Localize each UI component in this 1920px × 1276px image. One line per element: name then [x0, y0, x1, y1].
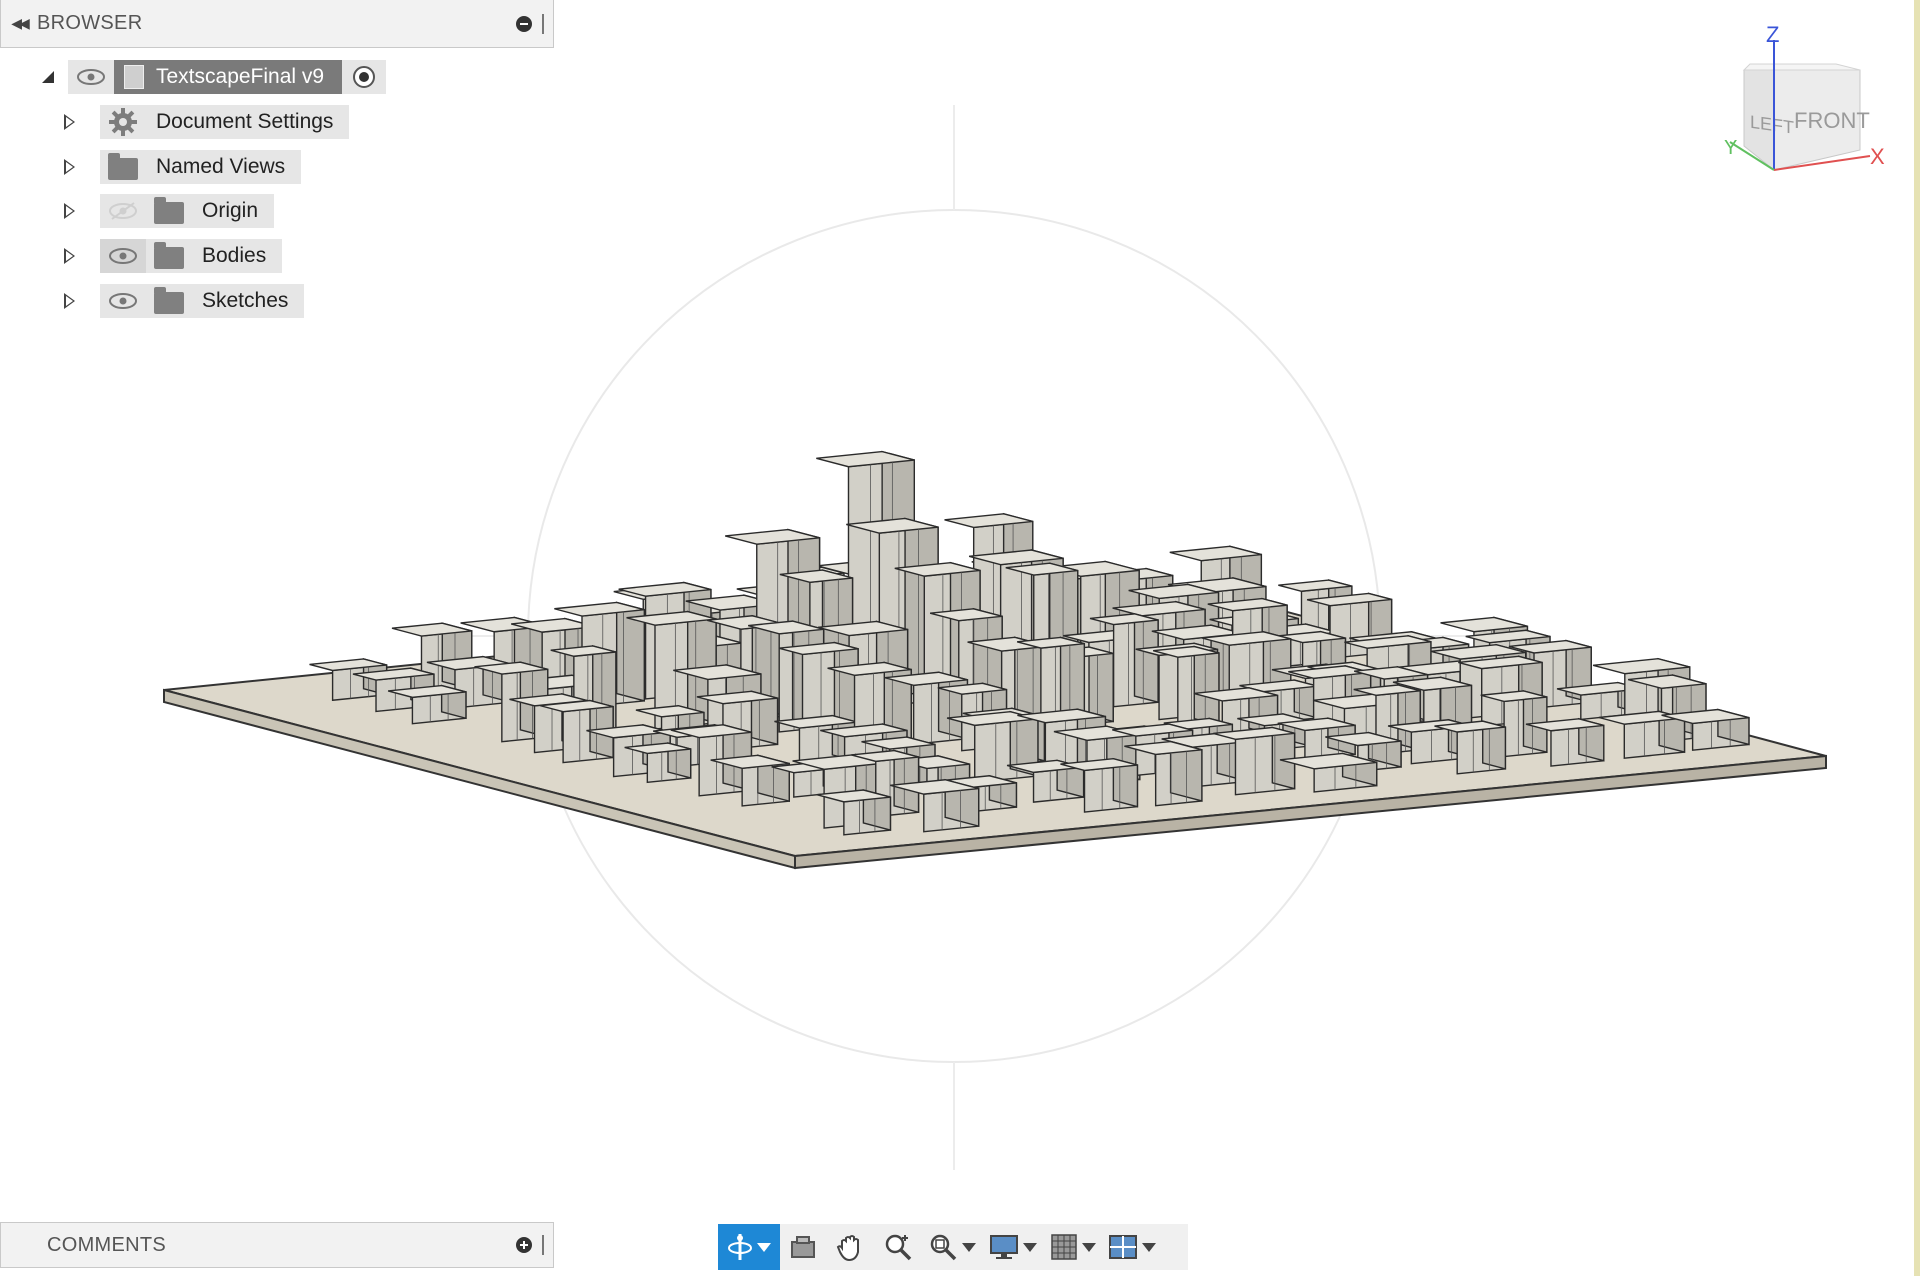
comments-title: COMMENTS	[47, 1233, 167, 1256]
comments-panel-header[interactable]: COMMENTS	[0, 1222, 554, 1268]
add-comment-icon[interactable]	[516, 1237, 532, 1253]
expand-triangle-icon[interactable]	[64, 114, 100, 130]
orbit-icon	[728, 1234, 752, 1260]
viewport-canvas[interactable]	[0, 0, 1914, 1276]
grid-settings-dropdown-icon[interactable]	[1082, 1242, 1096, 1252]
tree-item-label: Sketches	[202, 289, 289, 312]
collapse-panel-icon[interactable]: ◀◀	[1, 0, 37, 48]
orbit-dropdown-icon[interactable]	[757, 1242, 771, 1252]
zoom-icon	[885, 1234, 912, 1261]
tree-root[interactable]: TextscapeFinal v9	[28, 60, 387, 94]
viewcube-top-face	[1742, 63, 1861, 71]
panel-grip-icon[interactable]	[542, 13, 547, 34]
3d-viewport[interactable]	[0, 0, 1914, 1276]
tree-item-label: Document Settings	[156, 110, 334, 133]
tree-item-label: Named Views	[156, 155, 286, 178]
browser-title: BROWSER	[37, 12, 143, 34]
folder-icon	[146, 194, 192, 228]
look-at-icon	[791, 1236, 815, 1258]
activate-radio-icon[interactable]	[342, 60, 386, 94]
folder-icon	[146, 239, 192, 273]
viewcube[interactable]: LEFT FRONT Z X Y	[1710, 22, 1890, 182]
display-settings-button[interactable]	[982, 1224, 1044, 1270]
tree-item-document-settings[interactable]: Document Settings	[64, 105, 350, 139]
visibility-eye-icon[interactable]	[100, 284, 146, 318]
panel-grip-icon[interactable]	[542, 1235, 547, 1255]
x-axis-label: X	[1870, 144, 1885, 169]
tree-item-label: Origin	[202, 199, 259, 222]
grid-settings-icon	[1051, 1234, 1077, 1260]
zoom-button[interactable]	[874, 1224, 922, 1270]
hidden-eye-icon[interactable]	[100, 194, 146, 228]
expand-triangle-icon[interactable]	[64, 293, 100, 309]
look-at-button[interactable]	[780, 1224, 826, 1270]
expand-triangle-icon[interactable]	[64, 203, 100, 219]
window-edge	[1914, 0, 1920, 1276]
z-axis-label: Z	[1766, 22, 1779, 47]
root-component-label: TextscapeFinal v9	[156, 65, 325, 88]
collapse-all-icon[interactable]	[516, 15, 532, 32]
viewports-dropdown-icon[interactable]	[1142, 1242, 1156, 1252]
tree-item-origin[interactable]: Origin	[64, 194, 275, 228]
fit-button[interactable]	[922, 1224, 982, 1270]
viewcube-front-label: FRONT	[1794, 108, 1870, 133]
tree-item-named-views[interactable]: Named Views	[64, 150, 302, 184]
expand-triangle-icon[interactable]	[64, 248, 100, 264]
visibility-eye-icon[interactable]	[100, 239, 146, 273]
collapse-tree-icon[interactable]	[28, 60, 68, 94]
gear-icon	[100, 105, 146, 139]
tree-item-bodies[interactable]: Bodies	[64, 239, 283, 273]
component-icon	[124, 65, 144, 89]
pan-icon	[836, 1235, 859, 1262]
visibility-eye-icon[interactable]	[68, 60, 114, 94]
tree-item-label: Bodies	[202, 244, 267, 267]
viewports-icon	[1109, 1235, 1137, 1259]
grid-settings-button[interactable]	[1044, 1224, 1102, 1270]
display-settings-dropdown-icon[interactable]	[1023, 1242, 1037, 1252]
y-axis-label: Y	[1724, 137, 1737, 159]
tree-item-sketches[interactable]: Sketches	[64, 284, 305, 318]
fit-dropdown-icon[interactable]	[962, 1242, 976, 1252]
pan-button[interactable]	[826, 1224, 874, 1270]
display-settings-icon	[990, 1235, 1018, 1259]
orbit-button[interactable]	[718, 1224, 780, 1270]
fit-icon	[930, 1234, 957, 1261]
folder-icon	[146, 284, 192, 318]
navigation-toolbar	[718, 1224, 1188, 1270]
folder-icon	[100, 150, 146, 184]
browser-panel-header[interactable]: ◀◀ BROWSER	[0, 0, 554, 48]
expand-triangle-icon[interactable]	[64, 159, 100, 175]
viewports-button[interactable]	[1102, 1224, 1162, 1270]
